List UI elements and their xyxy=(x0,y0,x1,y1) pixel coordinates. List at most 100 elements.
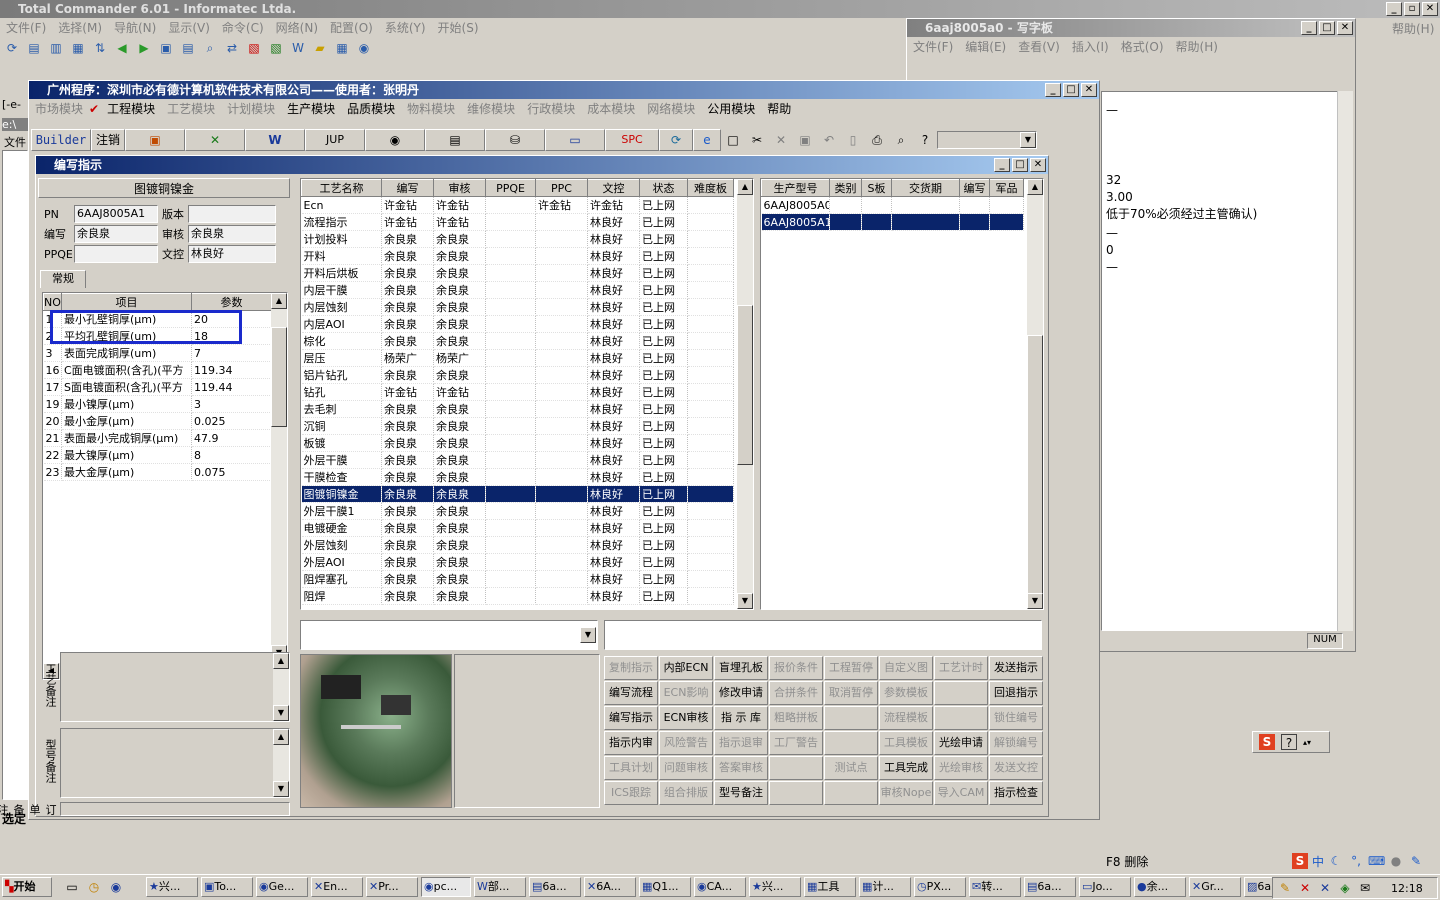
app-maximize-button[interactable]: □ xyxy=(1063,83,1079,97)
user-icon[interactable]: ● xyxy=(1388,853,1404,869)
refresh-icon[interactable]: ⟳ xyxy=(4,40,20,56)
spc-button[interactable]: SPC xyxy=(605,129,659,151)
process-row[interactable]: 内层蚀刻 余良泉 余良泉 林良好 已上网 xyxy=(301,298,734,316)
app-close-button[interactable]: ✕ xyxy=(1081,83,1097,97)
command-button[interactable]: 内部ECN xyxy=(659,656,713,680)
app-menu-item[interactable]: 物料模块 xyxy=(401,99,461,119)
tc-menu-start[interactable]: 开始(S) xyxy=(432,18,485,38)
process-row[interactable]: 开料 余良泉 余良泉 林良好 已上网 xyxy=(301,247,734,265)
db-button[interactable]: ▤ xyxy=(425,129,485,151)
tc-menu-nav[interactable]: 导航(N) xyxy=(108,18,162,38)
taskbar-item[interactable]: ▤6a... xyxy=(1024,877,1076,897)
command-button[interactable]: 光绘申请 xyxy=(934,731,988,755)
model-col-header[interactable]: 生产型号 xyxy=(761,179,830,197)
dialog-close-button[interactable]: ✕ xyxy=(1030,158,1046,172)
model-row[interactable]: 6AAJ8005A0 xyxy=(761,196,1024,214)
process-note-field[interactable]: ▲ ▼ xyxy=(60,652,290,722)
param-col-no[interactable]: NO xyxy=(43,293,62,311)
writer-field[interactable]: 余良泉 xyxy=(74,225,158,243)
taskbar-item[interactable]: ★兴... xyxy=(146,877,198,897)
command-button[interactable]: 复制指示 xyxy=(604,656,658,680)
param-row[interactable]: 22 最大镍厚(μm) 8 xyxy=(43,446,272,464)
param-row[interactable]: 17 S面电镀面积(含孔)(平方 119.44 xyxy=(43,378,272,396)
model-vscroll[interactable]: ▲ ▼ xyxy=(1027,179,1043,609)
command-button[interactable] xyxy=(769,781,823,805)
taskbar-item[interactable]: ✕6A... xyxy=(584,877,636,897)
back-icon[interactable]: ◀ xyxy=(114,40,130,56)
delete-icon[interactable]: ✕ xyxy=(769,132,793,148)
ppqe-field[interactable] xyxy=(74,245,158,263)
app-menu-item[interactable]: 品质模块 xyxy=(341,99,401,119)
taskbar-item[interactable]: ◉Ge... xyxy=(256,877,308,897)
command-button[interactable]: 编写流程 xyxy=(604,681,658,705)
app-menu-item[interactable]: 维修模块 xyxy=(461,99,521,119)
command-button[interactable]: 自定义图 xyxy=(879,656,933,680)
sogou-icon[interactable]: S xyxy=(1292,853,1308,869)
process-row[interactable]: 阻焊 余良泉 余良泉 林良好 已上网 xyxy=(301,587,734,605)
model-row[interactable]: 6AAJ8005A1 xyxy=(761,213,1024,231)
sogou-icon[interactable]: S xyxy=(1259,734,1275,750)
help-icon[interactable]: ? xyxy=(1281,734,1297,750)
details-icon[interactable]: ▦ xyxy=(70,40,86,56)
wordpad-menu-edit[interactable]: 编辑(E) xyxy=(959,37,1012,57)
jup-button[interactable]: JUP xyxy=(305,129,365,151)
param-row[interactable]: 23 最大金厚(μm) 0.075 xyxy=(43,463,272,481)
command-button[interactable]: 修改申请 xyxy=(714,681,768,705)
forward-icon[interactable]: ▶ xyxy=(136,40,152,56)
process-vscroll[interactable]: ▲ ▼ xyxy=(737,179,753,609)
command-button[interactable] xyxy=(824,731,878,755)
process-col-header[interactable]: 状态 xyxy=(639,179,688,197)
wordpad-menu-help[interactable]: 帮助(H) xyxy=(1170,37,1224,57)
process-col-header[interactable]: PPQE xyxy=(485,179,536,197)
app-menu-item[interactable]: 成本模块 xyxy=(581,99,641,119)
command-button[interactable]: 工具完成 xyxy=(879,756,933,780)
app-minimize-button[interactable]: _ xyxy=(1045,83,1061,97)
command-button[interactable] xyxy=(824,706,878,730)
logout-button[interactable]: 注销 xyxy=(91,129,125,151)
tc-menu-file[interactable]: 文件(F) xyxy=(0,18,52,38)
command-button[interactable]: 测试点 xyxy=(824,756,878,780)
wordpad-menu-format[interactable]: 格式(O) xyxy=(1115,37,1170,57)
process-row[interactable]: 沉铜 余良泉 余良泉 林良好 已上网 xyxy=(301,417,734,435)
taskbar-item[interactable]: ✕Pr... xyxy=(366,877,418,897)
command-button[interactable]: 工厂警告 xyxy=(769,731,823,755)
param-vscroll[interactable]: ▲▼ xyxy=(271,293,287,661)
command-button[interactable]: 指 示 库 xyxy=(714,706,768,730)
command-button[interactable]: 工程暂停 xyxy=(824,656,878,680)
toolbar-combo[interactable]: ▼ xyxy=(937,131,1037,149)
command-button[interactable]: 工具模板 xyxy=(879,731,933,755)
model-col-header[interactable]: 编写 xyxy=(959,179,990,197)
new-icon[interactable]: □ xyxy=(721,132,745,148)
param-row[interactable]: 20 最小金厚(μm) 0.025 xyxy=(43,412,272,430)
param-col-item[interactable]: 项目 xyxy=(61,293,192,311)
command-button[interactable]: 粗略拼板 xyxy=(769,706,823,730)
command-button[interactable]: 参数模板 xyxy=(879,681,933,705)
wordpad-menu-view[interactable]: 查看(V) xyxy=(1012,37,1066,57)
app-icon[interactable]: ◉ xyxy=(108,879,124,895)
cut-icon[interactable]: ✂ xyxy=(745,132,769,148)
start-button[interactable]: ▚开始 xyxy=(2,877,52,897)
tc-minimize-button[interactable]: _ xyxy=(1386,2,1402,16)
command-button[interactable]: 问题审核 xyxy=(659,756,713,780)
wrench-icon[interactable]: ✎ xyxy=(1408,853,1424,869)
wordpad-minimize-button[interactable]: _ xyxy=(1301,21,1317,35)
sort-icon[interactable]: ⇅ xyxy=(92,40,108,56)
process-row[interactable]: 去毛刺 余良泉 余良泉 林良好 已上网 xyxy=(301,400,734,418)
taskbar-item[interactable]: ▦Q1... xyxy=(639,877,691,897)
tc-menu-system[interactable]: 系统(Y) xyxy=(379,18,432,38)
command-button[interactable] xyxy=(824,781,878,805)
eye-button[interactable]: ◉ xyxy=(365,129,425,151)
ftp-icon[interactable]: ⇄ xyxy=(224,40,240,56)
process-row[interactable]: 流程指示 许金钻 许金钻 林良好 已上网 xyxy=(301,213,734,231)
pack-icon[interactable]: ▣ xyxy=(158,40,174,56)
undo-icon[interactable]: ↶ xyxy=(817,132,841,148)
process-row[interactable]: 板镀 余良泉 余良泉 林良好 已上网 xyxy=(301,434,734,452)
globe-icon[interactable]: ◉ xyxy=(356,40,372,56)
taskbar-item[interactable]: ★兴... xyxy=(749,877,801,897)
tc-menu-command[interactable]: 命令(C) xyxy=(216,18,270,38)
process-row[interactable]: 阻焊塞孔 余良泉 余良泉 林良好 已上网 xyxy=(301,570,734,588)
preview-icon[interactable]: ▯ xyxy=(841,132,865,148)
dialog-minimize-button[interactable]: _ xyxy=(994,158,1010,172)
taskbar-item[interactable]: ◉CA... xyxy=(694,877,746,897)
command-button[interactable]: 流程模板 xyxy=(879,706,933,730)
